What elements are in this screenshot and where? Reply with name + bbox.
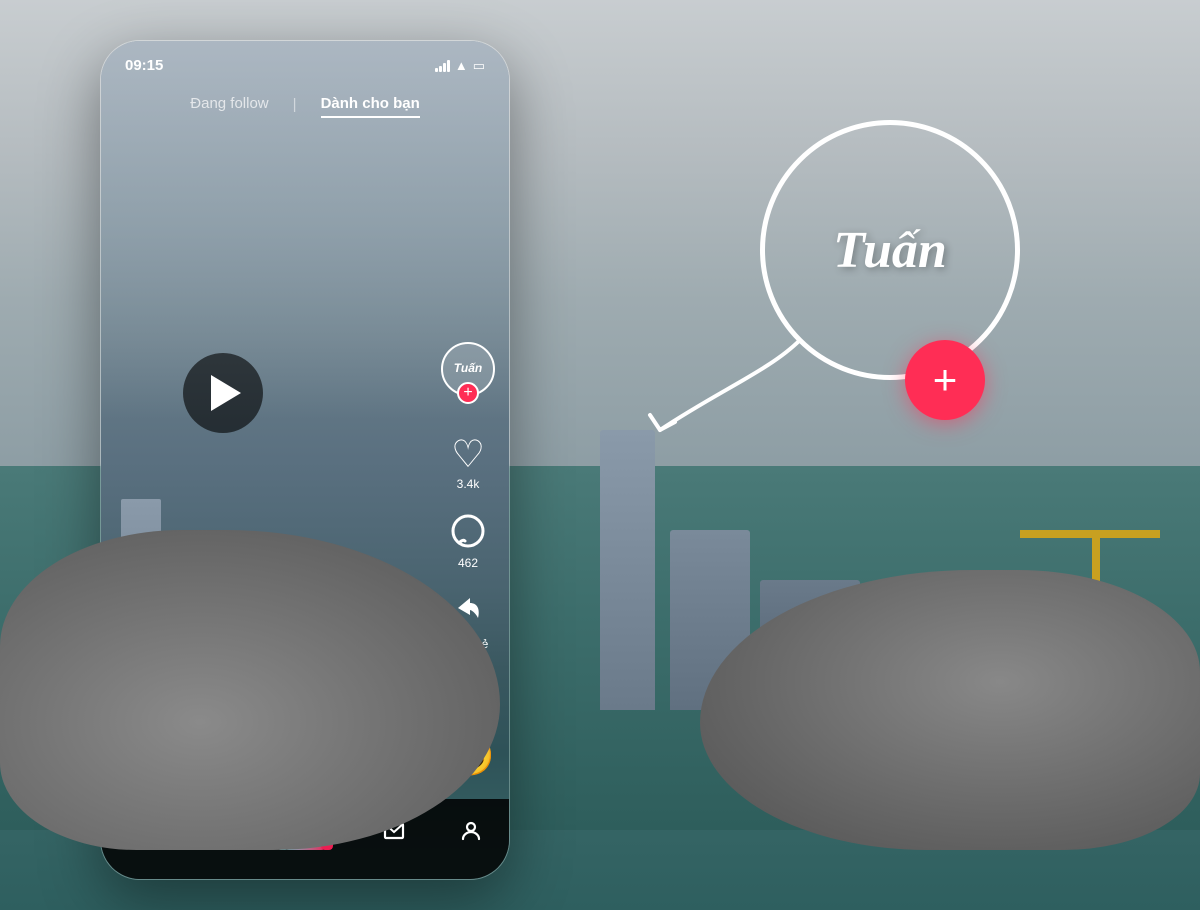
signal-bar-1 bbox=[435, 68, 438, 72]
signal-bar-2 bbox=[439, 66, 442, 72]
tab-separator: | bbox=[293, 91, 297, 118]
annotation-circle-text: Tuấn bbox=[833, 221, 947, 280]
profile-icon-svg bbox=[459, 819, 483, 843]
wifi-icon: ▲ bbox=[455, 58, 468, 73]
annotation-follow-plus[interactable]: + bbox=[905, 340, 985, 420]
profile-icon bbox=[459, 819, 483, 849]
avatar-follow-button[interactable]: + bbox=[457, 382, 479, 404]
tab-navigation: Đang follow | Dành cho bạn bbox=[101, 91, 509, 118]
status-bar: 09:15 ▲ ▭ bbox=[125, 57, 485, 74]
nav-profile[interactable] bbox=[459, 819, 483, 849]
bg-building-tall bbox=[600, 430, 655, 710]
crane-arm bbox=[1020, 530, 1160, 538]
status-icons: ▲ ▭ bbox=[435, 58, 485, 74]
tab-for-you[interactable]: Dành cho bạn bbox=[321, 91, 420, 118]
signal-bar-3 bbox=[443, 63, 446, 72]
play-button[interactable] bbox=[183, 353, 263, 433]
avatar-plus-icon: + bbox=[463, 384, 472, 402]
signal-icon bbox=[435, 60, 450, 72]
annotation-arrow bbox=[620, 310, 820, 460]
avatar-text: Tuấn bbox=[454, 362, 482, 375]
signal-bar-4 bbox=[447, 60, 450, 72]
like-button[interactable]: ♡ 3.4k bbox=[451, 436, 485, 491]
play-icon bbox=[211, 375, 241, 411]
tab-following[interactable]: Đang follow bbox=[190, 91, 268, 118]
battery-icon: ▭ bbox=[473, 58, 485, 74]
status-time: 09:15 bbox=[125, 57, 163, 74]
like-count: 3.4k bbox=[457, 477, 480, 491]
avatar-container[interactable]: Tuấn + bbox=[441, 342, 495, 396]
heart-icon: ♡ bbox=[451, 436, 485, 474]
annotation-plus-icon: + bbox=[933, 359, 958, 401]
